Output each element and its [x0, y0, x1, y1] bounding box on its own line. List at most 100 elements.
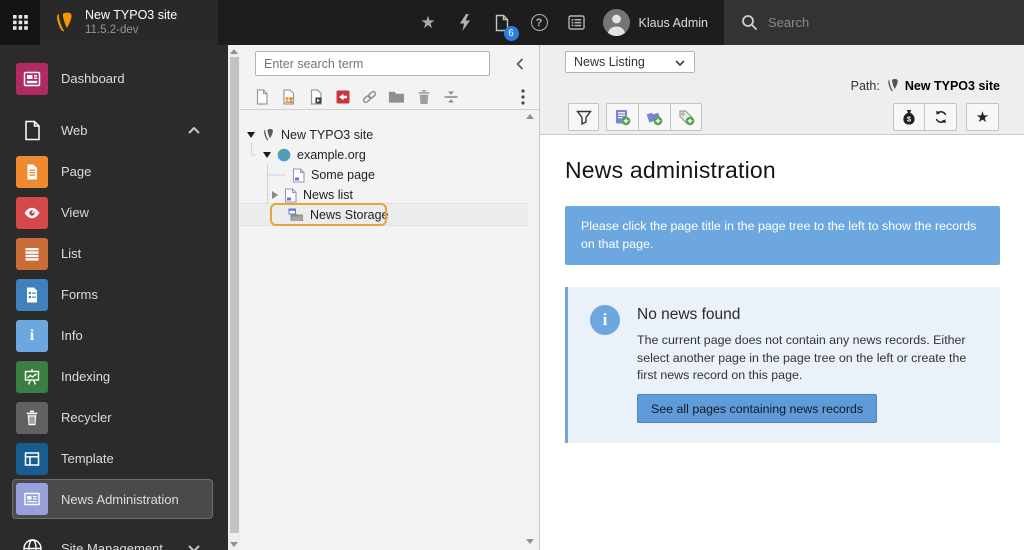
typo3-logo-small — [885, 78, 900, 93]
refresh-button[interactable] — [924, 103, 957, 131]
path-label: Path: — [851, 79, 880, 93]
tree-node-some-page[interactable]: Some page — [240, 165, 528, 185]
expand-toggle-icon[interactable] — [263, 152, 271, 158]
news-administration-icon — [16, 483, 48, 515]
new-link-page-drag-icon[interactable] — [334, 89, 351, 106]
tree-node-news-storage[interactable]: News Storage — [240, 205, 528, 225]
delete-drop-zone-icon[interactable] — [415, 89, 432, 106]
site-home-button[interactable]: New TYPO3 site 11.5.2-dev — [40, 0, 218, 45]
filter-button[interactable] — [568, 103, 599, 131]
chevron-down-icon — [675, 60, 685, 66]
storage-folder-icon — [288, 208, 304, 222]
new-tag-button[interactable] — [670, 103, 702, 131]
module-menu-scrollbar[interactable] — [228, 45, 240, 550]
sidebar-item-info[interactable]: i Info — [0, 315, 228, 356]
avatar — [603, 9, 630, 36]
tree-node-label: Some page — [311, 168, 375, 182]
scroll-down-arrow-icon[interactable] — [230, 542, 238, 547]
search-icon — [741, 14, 758, 31]
tree-node-news-list[interactable]: News list — [240, 185, 528, 205]
info-circle-icon: i — [590, 305, 620, 335]
view-mode-value: News Listing — [574, 55, 645, 69]
sidebar-item-label: Indexing — [61, 369, 110, 384]
tree-kebab-menu-button[interactable] — [521, 89, 525, 105]
new-shortcut-page-drag-icon[interactable] — [307, 89, 324, 106]
sidebar-item-template[interactable]: Template — [0, 438, 228, 479]
typo3-logo — [52, 11, 75, 34]
sidebar-section-site-management[interactable]: Site Management — [0, 528, 228, 550]
new-spacer-drag-icon[interactable] — [442, 89, 459, 106]
tree-search-input[interactable] — [255, 51, 490, 76]
sidebar-item-page[interactable]: Page — [0, 151, 228, 192]
info-icon: i — [16, 320, 48, 352]
user-menu-button[interactable]: Klaus Admin — [595, 0, 724, 45]
search-input[interactable] — [768, 15, 998, 30]
globe-icon — [16, 533, 48, 550]
tree-scroll-down-icon[interactable] — [526, 539, 534, 544]
link-icon[interactable] — [361, 89, 378, 106]
expand-toggle-icon[interactable] — [247, 132, 255, 138]
collapse-tree-button[interactable] — [509, 54, 531, 74]
new-page-users-drag-icon[interactable] — [280, 89, 297, 106]
system-information-button[interactable] — [558, 0, 595, 45]
eye-icon — [16, 197, 48, 229]
bookmark-star-icon: ★ — [420, 13, 435, 33]
sidebar-item-recycler[interactable]: Recycler — [0, 397, 228, 438]
page-title: News administration — [565, 157, 1024, 184]
open-docs-count-badge: 6 — [504, 26, 519, 41]
sidebar-item-dashboard[interactable]: Dashboard — [0, 58, 228, 99]
open-documents-button[interactable]: 6 — [484, 0, 521, 45]
tree-node-label: New TYPO3 site — [281, 128, 373, 142]
expand-toggle-icon[interactable] — [272, 191, 278, 199]
sidebar-item-label: Dashboard — [61, 71, 125, 86]
clear-cache-button[interactable] — [447, 0, 484, 45]
sidebar-item-label: Forms — [61, 287, 98, 302]
shortcut-bookmark-button[interactable]: ★ — [966, 103, 999, 131]
chevron-down-icon — [188, 545, 200, 550]
app-grid-button[interactable] — [0, 0, 40, 45]
clear-cache-bolt-icon — [458, 14, 472, 31]
dashboard-icon — [16, 63, 48, 95]
tree-node-label: example.org — [297, 148, 366, 162]
filter-funnel-icon — [576, 110, 592, 125]
tree-node-root[interactable]: New TYPO3 site — [240, 125, 528, 145]
money-bag-icon: $ — [901, 109, 917, 126]
sidebar-item-forms[interactable]: Forms — [0, 274, 228, 315]
sidebar-item-indexing[interactable]: Indexing — [0, 356, 228, 397]
sidebar-item-list[interactable]: List — [0, 233, 228, 274]
new-tag-icon — [678, 109, 695, 126]
callout-body: The current page does not contain any ne… — [637, 332, 982, 385]
new-category-button[interactable] — [638, 103, 670, 131]
sidebar-item-label: Recycler — [61, 410, 112, 425]
sidebar-section-label: Site Management — [61, 541, 163, 550]
user-name: Klaus Admin — [639, 16, 708, 30]
sidebar-item-label: Page — [61, 164, 91, 179]
bookmark-button[interactable]: ★ — [410, 0, 447, 45]
scrollbar-thumb[interactable] — [230, 57, 239, 533]
sidebar-section-web[interactable]: Web — [0, 110, 228, 151]
chevron-up-icon — [188, 127, 200, 134]
sidebar-item-news-administration[interactable]: News Administration — [12, 479, 213, 519]
sidebar-item-label: List — [61, 246, 81, 261]
help-button[interactable]: ? — [521, 0, 558, 45]
no-news-callout: i No news found The current page does no… — [565, 287, 1000, 443]
doc-header: News Listing Path: New TYPO3 site — [540, 45, 1024, 135]
new-folder-drag-icon[interactable] — [388, 89, 405, 106]
see-all-pages-button[interactable]: See all pages containing news records — [637, 394, 877, 423]
new-news-record-button[interactable] — [606, 103, 638, 131]
indexing-icon — [16, 361, 48, 393]
view-mode-select[interactable]: News Listing — [565, 51, 695, 73]
module-body: News administration Please click the pag… — [540, 135, 1024, 550]
new-page-drag-icon[interactable] — [253, 89, 270, 106]
help-icon: ? — [531, 14, 548, 31]
tree-node-label: News Storage — [310, 208, 389, 222]
tree-node-example-org[interactable]: example.org — [240, 145, 528, 165]
sidebar-item-view[interactable]: View — [0, 192, 228, 233]
tree-scroll-up-icon[interactable] — [526, 114, 534, 119]
donate-button[interactable]: $ — [893, 103, 924, 131]
scroll-up-arrow-icon[interactable] — [230, 49, 238, 54]
typo3-site-icon — [261, 128, 275, 142]
tree-node-label: News list — [303, 188, 353, 202]
sidebar-item-label: News Administration — [61, 492, 179, 507]
new-category-icon — [646, 109, 663, 126]
